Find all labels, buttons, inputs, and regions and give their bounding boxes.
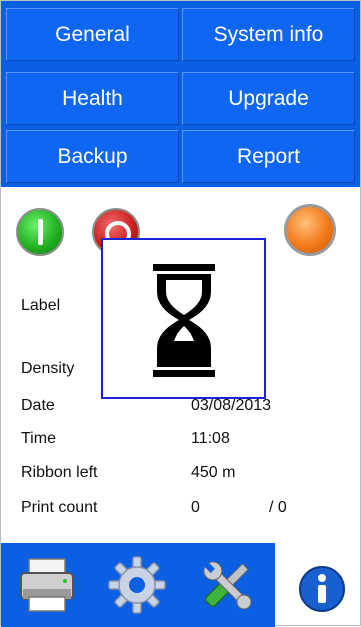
general-button[interactable]: General: [6, 8, 179, 61]
printer-button[interactable]: [15, 553, 79, 617]
print-count-total: / 0: [269, 499, 287, 516]
settings-button[interactable]: [105, 553, 169, 617]
print-count-label: Print count: [21, 499, 98, 516]
info-button[interactable]: [294, 561, 350, 617]
hourglass-icon: [153, 264, 215, 377]
health-button[interactable]: Health: [6, 72, 179, 125]
busy-dialog: [101, 238, 266, 399]
ribbon-left-value: 450 m: [191, 464, 236, 481]
date-label: Date: [21, 397, 55, 414]
time-label: Time: [21, 430, 56, 447]
backup-button[interactable]: Backup: [6, 130, 179, 183]
printer-icon: [20, 558, 74, 612]
label-label: Label: [21, 297, 61, 314]
time-value: 11:08: [191, 430, 230, 447]
status-light-icon: [284, 204, 336, 256]
ribbon-left-label: Ribbon left: [21, 464, 98, 481]
density-label: Density: [21, 360, 75, 377]
report-button[interactable]: Report: [182, 130, 355, 183]
print-count-value: 0: [191, 499, 200, 516]
top-menu: General System info Health Upgrade Backu…: [1, 1, 360, 187]
system-info-button[interactable]: System info: [182, 8, 355, 61]
tools-button[interactable]: [195, 553, 259, 617]
bottom-toolbar: [1, 543, 275, 627]
printer-panel: General System info Health Upgrade Backu…: [0, 0, 361, 627]
power-on-icon[interactable]: [16, 208, 64, 256]
upgrade-button[interactable]: Upgrade: [182, 72, 355, 125]
info-icon: [299, 566, 345, 612]
gear-icon: [108, 556, 166, 614]
wrench-screwdriver-icon: [203, 561, 252, 610]
